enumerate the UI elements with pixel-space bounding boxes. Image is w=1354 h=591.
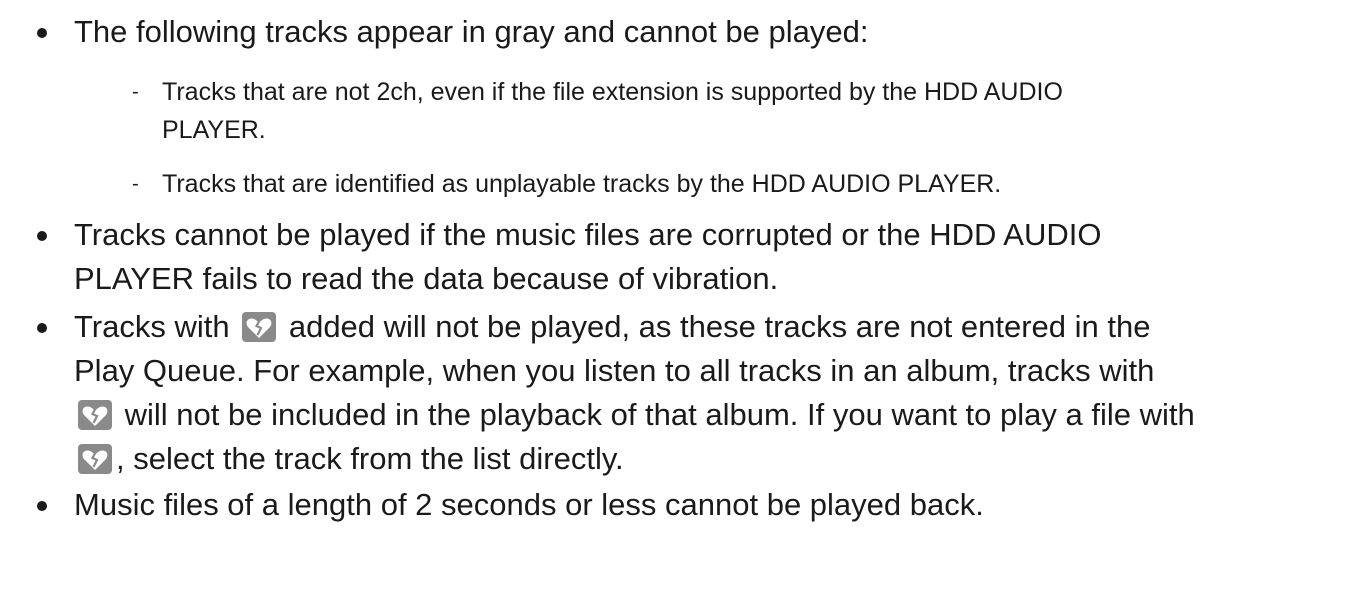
dash-marker: -	[132, 173, 139, 195]
bullet-marker	[37, 231, 47, 241]
sub-list: - Tracks that are not 2ch, even if the f…	[74, 73, 1354, 203]
bullet-marker	[37, 323, 47, 333]
list-item: Music files of a length of 2 seconds or …	[0, 483, 1354, 527]
list-item-text-line: Play Queue. For example, when you listen…	[74, 353, 1155, 388]
list-item: Tracks with added will not be played, as…	[0, 305, 1354, 481]
sub-list-item: - Tracks that are identified as unplayab…	[74, 165, 1354, 203]
bullet-marker	[37, 501, 47, 511]
sub-list-item: - Tracks that are not 2ch, even if the f…	[74, 73, 1354, 149]
list-item-text-line: Tracks cannot be played if the music fil…	[74, 217, 1102, 252]
broken-heart-icon	[242, 312, 277, 342]
list-item-text: The following tracks appear in gray and …	[74, 14, 869, 49]
list-item-text: Tracks with	[74, 309, 230, 344]
list-item: The following tracks appear in gray and …	[0, 10, 1354, 203]
sub-item-text-line: Tracks that are not 2ch, even if the fil…	[162, 78, 1063, 106]
list-item-text-line: PLAYER fails to read the data because of…	[74, 261, 779, 296]
list-item-text: will not be included in the playback of …	[116, 397, 1195, 432]
list-item-text: Music files of a length of 2 seconds or …	[74, 487, 984, 522]
dash-marker: -	[132, 81, 139, 103]
sub-item-text-line: PLAYER.	[162, 116, 266, 144]
sub-item-text-line: Tracks that are identified as unplayable…	[162, 170, 1002, 198]
list-item: Tracks cannot be played if the music fil…	[0, 213, 1354, 301]
broken-heart-icon	[78, 444, 112, 474]
document-page: The following tracks appear in gray and …	[0, 0, 1354, 591]
list-item-text: added will not be played, as these track…	[280, 309, 1151, 344]
list-item-text: , select the track from the list directl…	[116, 441, 624, 476]
bullet-marker	[37, 28, 47, 38]
broken-heart-icon	[78, 400, 112, 430]
notes-list: The following tracks appear in gray and …	[0, 10, 1354, 527]
